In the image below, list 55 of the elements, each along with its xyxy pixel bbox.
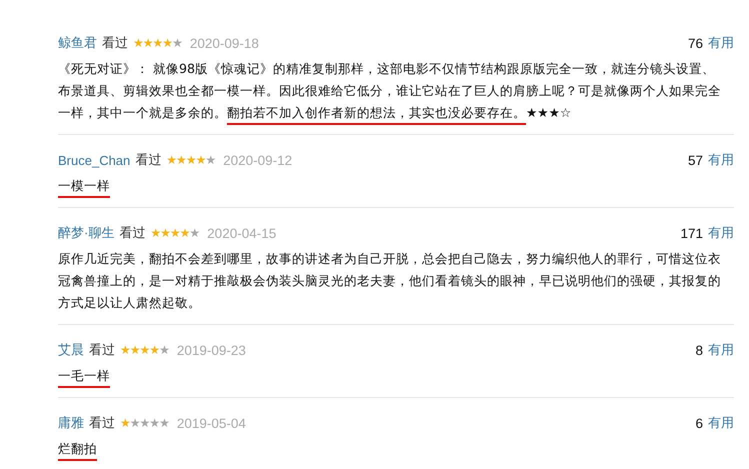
star-icon: ★ bbox=[172, 37, 182, 49]
star-icon: ★ bbox=[149, 417, 160, 429]
star-icon: ★ bbox=[162, 37, 172, 49]
review-date: 2020-09-18 bbox=[190, 36, 259, 50]
star-icon: ★ bbox=[189, 227, 200, 239]
star-icon: ★ bbox=[150, 227, 160, 239]
useful-link[interactable]: 有用 bbox=[708, 341, 734, 359]
vote-count: 171 bbox=[680, 226, 703, 240]
star-icon: ★ bbox=[130, 344, 140, 356]
username-link[interactable]: 庸雅 bbox=[58, 414, 84, 432]
star-icon: ★ bbox=[186, 154, 196, 166]
star-icon: ★ bbox=[149, 344, 160, 356]
username-link[interactable]: 醉梦·聊生 bbox=[58, 224, 114, 242]
review-date: 2020-04-15 bbox=[207, 226, 276, 240]
review-text: 烂翻拍 bbox=[58, 438, 734, 460]
useful-link[interactable]: 有用 bbox=[708, 34, 734, 52]
star-icon: ★ bbox=[176, 154, 186, 166]
review-text: 一模一样 bbox=[58, 175, 734, 197]
review-date: 2019-05-04 bbox=[176, 416, 246, 430]
star-icon: ★ bbox=[120, 344, 130, 356]
star-icon: ★ bbox=[152, 37, 162, 49]
watched-label: 看过 bbox=[89, 415, 115, 432]
star-icon: ★ bbox=[142, 37, 153, 49]
review-date: 2019-09-23 bbox=[176, 342, 246, 358]
username-link[interactable]: 鲸鱼君 bbox=[58, 34, 97, 52]
star-icon: ★ bbox=[159, 417, 169, 429]
star-icon: ★ bbox=[180, 227, 190, 239]
vote-count: 8 bbox=[695, 342, 703, 358]
username-link[interactable]: Bruce_Chan bbox=[58, 152, 130, 168]
review-text: 原作几近完美，翻拍不会差到哪里，故事的讲述者为自己开脱，总会把自己隐去，努力编织他人的罪行，可惜这位衣冠禽兽撞上的，是一对精于推敲极会伪装头脑灵光的老夫妻，他们看着镜头的眼神，早已说明他们的强硬，其报复的方式足以让人肃然起敬。 bbox=[58, 250, 722, 312]
star-icon: ★ bbox=[130, 417, 140, 429]
review-text: 《死无对证》： 就像98版《惊魂记》的精准复制那样，这部电影不仅情节结构跟原版完全一致，就连分镜头设置、布景道具、剪辑效果也全都一模一样。因此很难给它低分，谁让它站在了巨人的肩膀上呢？可是就像两个人如果完全一样，其中一个就是多余的。翻拍若不加入创作者新的想法，其实也没必要存在。★★★☆ bbox=[58, 58, 734, 124]
username-link[interactable]: 艾晨 bbox=[58, 341, 84, 359]
watched-label: 看过 bbox=[89, 342, 115, 359]
star-icon: ★ bbox=[140, 417, 150, 429]
vote-count: 57 bbox=[688, 152, 703, 168]
review-text: 一毛一样 bbox=[58, 365, 734, 387]
watched-label: 看过 bbox=[135, 152, 162, 169]
watched-label: 看过 bbox=[102, 35, 128, 52]
useful-link[interactable]: 有用 bbox=[708, 414, 734, 432]
useful-link[interactable]: 有用 bbox=[708, 224, 734, 242]
vote-count: 76 bbox=[688, 36, 703, 50]
star-icon: ★ bbox=[196, 154, 206, 166]
useful-link[interactable]: 有用 bbox=[708, 151, 734, 169]
star-icon: ★ bbox=[170, 227, 180, 239]
star-icon: ★ bbox=[120, 417, 130, 429]
star-icon: ★ bbox=[159, 344, 169, 356]
star-icon: ★ bbox=[205, 154, 216, 166]
watched-label: 看过 bbox=[119, 225, 146, 242]
star-icon: ★ bbox=[133, 37, 143, 49]
star-icon: ★ bbox=[160, 227, 170, 239]
star-icon: ★ bbox=[166, 154, 176, 166]
star-icon: ★ bbox=[140, 344, 150, 356]
vote-count: 6 bbox=[695, 416, 703, 430]
review-date: 2020-09-12 bbox=[223, 152, 292, 168]
